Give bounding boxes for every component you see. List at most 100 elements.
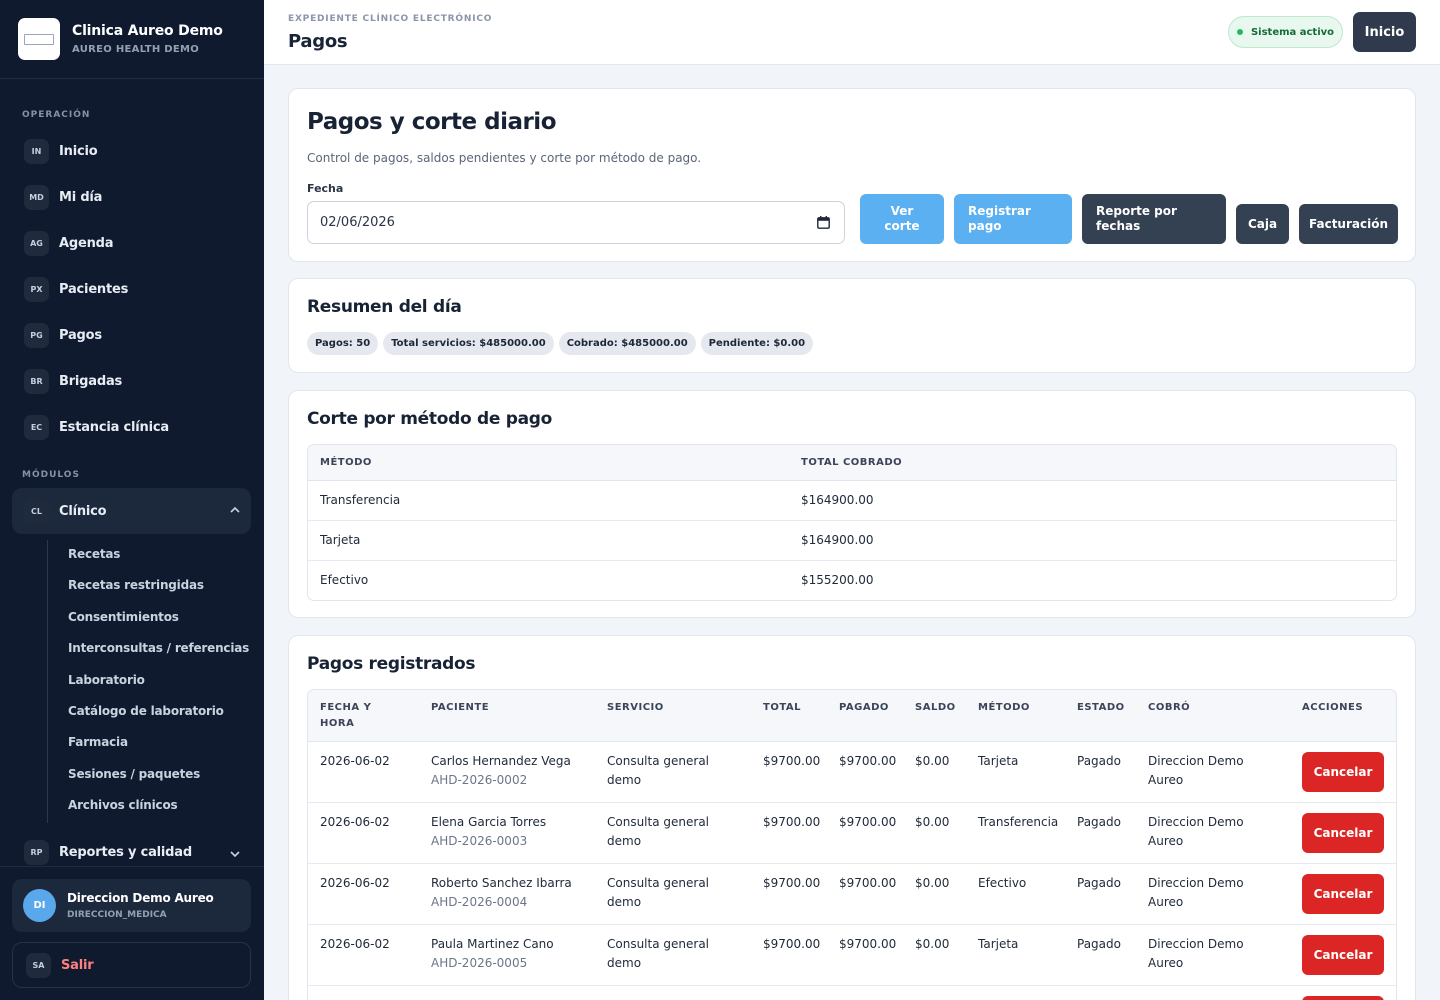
- cell-cobro: Direccion Demo Aureo: [1148, 937, 1244, 970]
- cell-servicio: Consulta general demo: [607, 937, 709, 970]
- sidebar-item-estancia-clinica[interactable]: EC Estancia clínica: [12, 406, 251, 448]
- brand-subtitle: AUREO HEALTH DEMO: [72, 44, 200, 55]
- ver-corte-button[interactable]: Ver corte: [860, 194, 944, 244]
- summary-chips: Pagos: 50 Total servicios: $485000.00 Co…: [307, 332, 814, 355]
- cell-total: $9700.00: [763, 937, 821, 951]
- cell-fecha: 2026-06-02: [320, 937, 390, 951]
- cell-estado: Pagado: [1077, 754, 1121, 768]
- brand-name: Clinica Aureo Demo: [72, 23, 223, 39]
- cancel-payment-button[interactable]: Cancelar: [1302, 935, 1384, 975]
- submenu-item-catalogo-laboratorio[interactable]: Catálogo de laboratorio: [68, 704, 224, 718]
- sidebar-item-label: Brigadas: [59, 373, 123, 389]
- cell-fecha: 2026-06-02: [320, 876, 390, 890]
- column-header: PACIENTE: [431, 702, 490, 713]
- user-card[interactable]: DI Direccion Demo Aureo DIRECCION_MEDICA: [12, 879, 251, 932]
- sidebar-item-mi-dia[interactable]: MD Mi día: [12, 176, 251, 218]
- cell-saldo: $0.00: [915, 815, 950, 829]
- sidebar-item-clinico[interactable]: CL Clínico: [12, 488, 251, 534]
- cell-total: $9700.00: [763, 754, 821, 768]
- sidebar-item-pacientes[interactable]: PX Pacientes: [12, 268, 251, 310]
- column-header: PAGADO: [839, 702, 889, 713]
- facturacion-button[interactable]: Facturación: [1299, 204, 1398, 244]
- submenu-item-interconsultas[interactable]: Interconsultas / referencias: [68, 641, 249, 655]
- user-name: Direccion Demo Aureo: [67, 891, 214, 905]
- nav-badge: AG: [24, 230, 49, 256]
- cell-pagado: $9700.00: [839, 754, 897, 768]
- sidebar-item-label: Clínico: [59, 503, 107, 519]
- cancel-payment-button[interactable]: Cancelar: [1302, 813, 1384, 853]
- table-header: MÉTODO TOTAL COBRADO: [308, 445, 1396, 481]
- reporte-fechas-button[interactable]: Reporte por fechas: [1082, 194, 1226, 244]
- cell-saldo: $0.00: [915, 754, 950, 768]
- nav-badge: EC: [24, 414, 49, 440]
- section-modulos: MÓDULOS: [22, 470, 80, 480]
- cancel-payment-button[interactable]: Cancelar: [1302, 996, 1384, 1000]
- brand[interactable]: Clinica Aureo Demo AUREO HEALTH DEMO: [0, 0, 264, 79]
- cut-by-method-card: Corte por método de pago MÉTODO TOTAL CO…: [288, 390, 1416, 618]
- status-badge: Sistema activo: [1228, 16, 1343, 48]
- sidebar-item-label: Inicio: [59, 143, 98, 159]
- cell-pagado: $9700.00: [839, 937, 897, 951]
- cell-total: $164900.00: [801, 533, 874, 547]
- submenu-item-farmacia[interactable]: Farmacia: [68, 735, 128, 749]
- calendar-icon[interactable]: [817, 216, 830, 229]
- home-button[interactable]: Inicio: [1353, 12, 1416, 52]
- table-row: 2026-06-02 Carlos Hernandez Vega AHD-2026…: [308, 742, 1396, 803]
- breadcrumb: EXPEDIENTE CLÍNICO ELECTRÓNICO: [288, 14, 493, 24]
- caja-button[interactable]: Caja: [1236, 204, 1289, 244]
- column-header: COBRÓ: [1148, 702, 1191, 713]
- date-label: Fecha: [307, 182, 344, 195]
- column-header: MÉTODO: [978, 702, 1030, 713]
- nav-badge: SA: [26, 952, 51, 978]
- avatar: DI: [23, 889, 56, 922]
- card-title: Pagos y corte diario: [307, 109, 557, 135]
- column-header: ESTADO: [1077, 702, 1125, 713]
- nav-badge: RP: [24, 839, 49, 865]
- chevron-up-icon: [230, 506, 240, 513]
- registrar-pago-button[interactable]: Registrar pago: [954, 194, 1072, 244]
- user-role: DIRECCION_MEDICA: [67, 910, 167, 920]
- cell-pagado: $9700.00: [839, 815, 897, 829]
- summary-chip-pagos: Pagos: 50: [307, 332, 379, 355]
- sidebar-item-brigadas[interactable]: BR Brigadas: [12, 360, 251, 402]
- cancel-payment-button[interactable]: Cancelar: [1302, 874, 1384, 914]
- submenu-item-sesiones[interactable]: Sesiones / paquetes: [68, 767, 200, 781]
- submenu-item-archivos-clinicos[interactable]: Archivos clínicos: [68, 798, 178, 812]
- sidebar: Clinica Aureo Demo AUREO HEALTH DEMO OPE…: [0, 0, 264, 1000]
- table-row: Transferencia $164900.00: [308, 481, 1396, 521]
- payments-title: Pagos registrados: [307, 654, 476, 674]
- section-operacion: OPERACIÓN: [22, 110, 91, 120]
- page-title: Pagos: [288, 31, 348, 52]
- sidebar-item-agenda[interactable]: AG Agenda: [12, 222, 251, 264]
- table-header: FECHA Y HORA PACIENTE SERVICIO TOTAL PAG…: [308, 690, 1396, 742]
- submenu-item-recetas[interactable]: Recetas: [68, 547, 120, 561]
- date-input[interactable]: 02/06/2026: [307, 201, 845, 244]
- cell-total: $155200.00: [801, 573, 874, 587]
- logout-button[interactable]: SA Salir: [12, 942, 251, 988]
- cell-total: $164900.00: [801, 493, 874, 507]
- table-row: 2026-06-02 Roberto Sanchez Ibarra AHD-202…: [308, 864, 1396, 925]
- registered-payments-card: Pagos registrados FECHA Y HORA PACIENTE …: [288, 635, 1416, 1000]
- cell-saldo: $0.00: [915, 876, 950, 890]
- cell-metodo: Tarjeta: [978, 937, 1019, 951]
- nav-badge: PX: [24, 276, 49, 302]
- cell-servicio: Consulta general demo: [607, 876, 709, 909]
- submenu-item-laboratorio[interactable]: Laboratorio: [68, 673, 145, 687]
- table-row: Tarjeta $164900.00: [308, 521, 1396, 561]
- summary-chip-pendiente: Pendiente: $0.00: [700, 332, 814, 355]
- cell-metodo: Tarjeta: [978, 754, 1019, 768]
- sidebar-item-inicio[interactable]: IN Inicio: [12, 130, 251, 172]
- submenu-item-recetas-restringidas[interactable]: Recetas restringidas: [68, 578, 204, 592]
- payments-header-card: Pagos y corte diario Control de pagos, s…: [288, 88, 1416, 262]
- table-row: 2026-06-02 Paula Martinez Cano AHD-2026-0…: [308, 925, 1396, 986]
- submenu-item-consentimientos[interactable]: Consentimientos: [68, 610, 179, 624]
- sidebar-divider: [0, 866, 264, 867]
- column-header: TOTAL: [763, 702, 801, 713]
- cell-metodo: Efectivo: [978, 876, 1027, 890]
- daily-summary-card: Resumen del día Pagos: 50 Total servicio…: [288, 278, 1416, 373]
- sidebar-item-pagos[interactable]: PG Pagos: [12, 314, 251, 356]
- cancel-payment-button[interactable]: Cancelar: [1302, 752, 1384, 792]
- nav-badge: MD: [24, 184, 49, 210]
- cut-table: MÉTODO TOTAL COBRADO Transferencia $1649…: [307, 444, 1397, 601]
- cell-pagado: $9700.00: [839, 876, 897, 890]
